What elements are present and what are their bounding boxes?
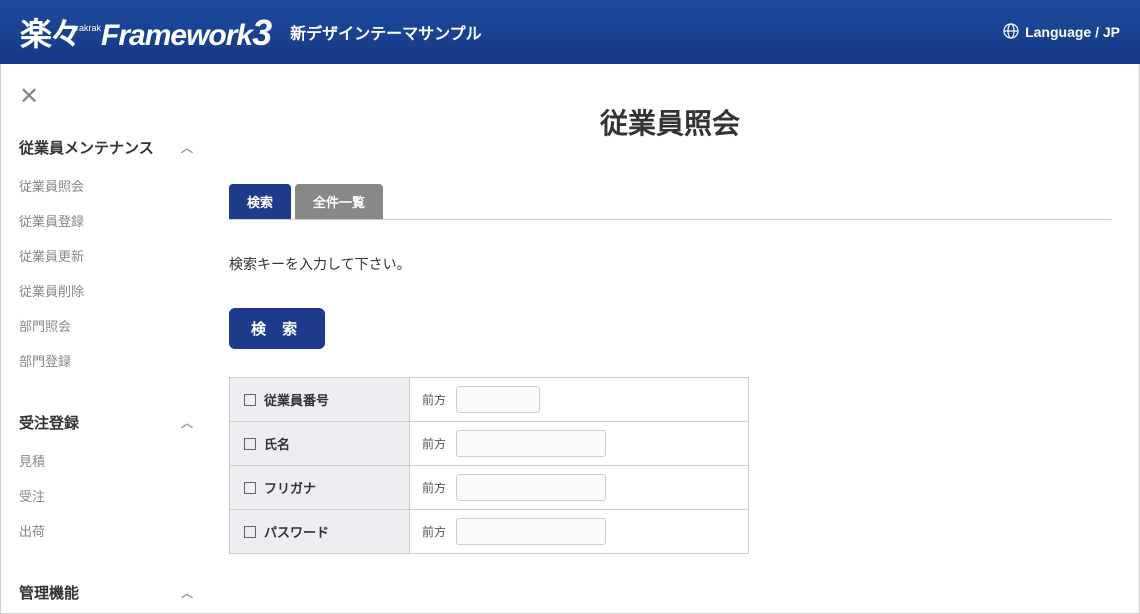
sidebar-item-ship[interactable]: 出荷 bbox=[19, 513, 201, 548]
form-value-cell: 前方 bbox=[410, 466, 748, 509]
field-label: パスワード bbox=[264, 522, 329, 541]
close-icon[interactable]: ✕ bbox=[19, 82, 201, 111]
search-form: 従業員番号 前方 氏名 前方 フ bbox=[229, 377, 749, 554]
input-emp-no[interactable] bbox=[456, 386, 540, 413]
menu-group-title: 従業員メンテナンス bbox=[19, 137, 154, 158]
form-value-cell: 前方 bbox=[410, 422, 748, 465]
language-label: Language / JP bbox=[1025, 24, 1120, 40]
logo: 楽々 rakrak Framework 3 bbox=[20, 9, 272, 55]
checkbox-name[interactable] bbox=[244, 438, 256, 450]
checkbox-password[interactable] bbox=[244, 526, 256, 538]
form-label-cell: 従業員番号 bbox=[230, 378, 410, 421]
field-label: フリガナ bbox=[264, 478, 316, 497]
app-header: 楽々 rakrak Framework 3 新デザインテーマサンプル Langu… bbox=[0, 0, 1140, 64]
logo-3: 3 bbox=[252, 12, 272, 54]
sidebar-item-order[interactable]: 受注 bbox=[19, 478, 201, 513]
main-content: 従業員照会 検索 全件一覧 検索キーを入力して下さい。 検 索 従業員番号 前方 bbox=[201, 64, 1139, 613]
sidebar: ✕ 従業員メンテナンス ︿ 従業員照会 従業員登録 従業員更新 従業員削除 部門… bbox=[1, 64, 201, 613]
page-title: 従業員照会 bbox=[229, 102, 1111, 142]
match-type: 前方 bbox=[422, 479, 446, 496]
form-label-cell: 氏名 bbox=[230, 422, 410, 465]
field-label: 従業員番号 bbox=[264, 390, 329, 409]
menu-group-employee[interactable]: 従業員メンテナンス ︿ bbox=[19, 127, 201, 168]
instruction-text: 検索キーを入力して下さい。 bbox=[229, 254, 1111, 274]
field-label: 氏名 bbox=[264, 434, 290, 453]
input-password[interactable] bbox=[456, 518, 606, 545]
header-subtitle: 新デザインテーマサンプル bbox=[290, 20, 482, 44]
form-row-emp-no: 従業員番号 前方 bbox=[230, 378, 748, 422]
menu-group-order[interactable]: 受注登録 ︿ bbox=[19, 402, 201, 443]
form-label-cell: パスワード bbox=[230, 510, 410, 553]
search-button[interactable]: 検 索 bbox=[229, 308, 325, 349]
logo-framework: Framework bbox=[101, 19, 252, 53]
input-name[interactable] bbox=[456, 430, 606, 457]
sidebar-item-dept-register[interactable]: 部門登録 bbox=[19, 343, 201, 378]
match-type: 前方 bbox=[422, 523, 446, 540]
sidebar-item-emp-update[interactable]: 従業員更新 bbox=[19, 238, 201, 273]
sidebar-item-emp-delete[interactable]: 従業員削除 bbox=[19, 273, 201, 308]
sidebar-item-dept-query[interactable]: 部門照会 bbox=[19, 308, 201, 343]
input-furigana[interactable] bbox=[456, 474, 606, 501]
form-row-password: パスワード 前方 bbox=[230, 510, 748, 553]
form-row-name: 氏名 前方 bbox=[230, 422, 748, 466]
menu-group-title: 管理機能 bbox=[19, 582, 79, 603]
logo-jp: 楽々 bbox=[20, 9, 80, 55]
sidebar-item-quote[interactable]: 見積 bbox=[19, 443, 201, 478]
form-value-cell: 前方 bbox=[410, 378, 748, 421]
form-value-cell: 前方 bbox=[410, 510, 748, 553]
checkbox-furigana[interactable] bbox=[244, 482, 256, 494]
logo-small: rakrak bbox=[76, 23, 101, 33]
form-row-furigana: フリガナ 前方 bbox=[230, 466, 748, 510]
match-type: 前方 bbox=[422, 435, 446, 452]
match-type: 前方 bbox=[422, 391, 446, 408]
chevron-up-icon: ︿ bbox=[181, 584, 193, 601]
tab-all[interactable]: 全件一覧 bbox=[295, 184, 383, 219]
chevron-up-icon: ︿ bbox=[181, 139, 193, 156]
globe-icon bbox=[1003, 23, 1019, 42]
tabs: 検索 全件一覧 bbox=[229, 184, 1111, 220]
sidebar-item-emp-query[interactable]: 従業員照会 bbox=[19, 168, 201, 203]
chevron-up-icon: ︿ bbox=[181, 414, 193, 431]
form-label-cell: フリガナ bbox=[230, 466, 410, 509]
menu-group-title: 受注登録 bbox=[19, 412, 79, 433]
tab-search[interactable]: 検索 bbox=[229, 184, 291, 219]
sidebar-item-emp-register[interactable]: 従業員登録 bbox=[19, 203, 201, 238]
checkbox-emp-no[interactable] bbox=[244, 394, 256, 406]
menu-group-admin[interactable]: 管理機能 ︿ bbox=[19, 572, 201, 613]
language-switcher[interactable]: Language / JP bbox=[1003, 23, 1120, 42]
